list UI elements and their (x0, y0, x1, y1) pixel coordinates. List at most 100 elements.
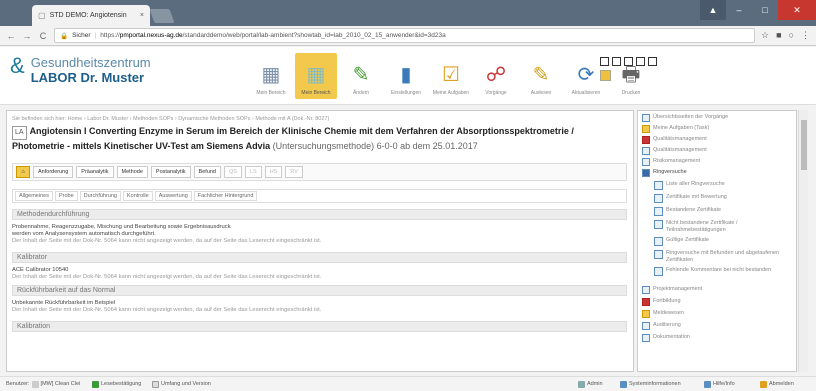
section-content: Probennahme, Reagenzzugabe, Mischung und… (12, 224, 322, 244)
layout-icon[interactable] (600, 70, 611, 81)
footer-sysinfo[interactable]: Systeminformationen (620, 380, 681, 388)
folder-icon (654, 207, 663, 216)
close-button[interactable]: ✕ (778, 0, 816, 20)
status-tab[interactable]: Befund (193, 166, 221, 178)
minimize-button[interactable]: – (726, 0, 752, 20)
sidebar-item[interactable]: Qualitätsmanagement (642, 136, 707, 144)
view-toggle-1[interactable] (600, 57, 609, 66)
flag-icon (642, 136, 650, 144)
extension-icon[interactable]: ■ (776, 30, 781, 41)
system-icon (620, 380, 627, 388)
sidebar-subitem[interactable]: Gültige Zertifikate (654, 237, 709, 246)
menu-icon[interactable]: ⋮ (801, 30, 810, 41)
sub-tab[interactable]: Kontrolle (122, 191, 153, 201)
footer-read-confirm[interactable]: Lesebestätigung (92, 380, 141, 388)
view-toggle-5[interactable] (648, 57, 657, 66)
status-tab[interactable]: Postanalytik (150, 166, 191, 178)
folder-icon (642, 147, 650, 155)
sidebar-item[interactable]: Dokumentation (642, 334, 690, 342)
reload-icon[interactable]: C (38, 31, 48, 41)
footer-admin[interactable]: Admin (578, 380, 603, 388)
status-tab[interactable]: Anforderung (33, 166, 74, 178)
status-tab[interactable]: Präanalytik (76, 166, 114, 178)
back-icon[interactable]: ← (6, 31, 16, 41)
home-icon[interactable]: ⌂ (16, 166, 30, 178)
status-tab[interactable]: RV (285, 166, 303, 178)
app-header: & Gesundheitszentrum LABOR Dr. Muster ▦ M… (0, 47, 816, 105)
browser-tab[interactable]: ▢ STD DEMO: Angiotensin × (32, 5, 150, 26)
section-heading[interactable]: Kalibrator (12, 252, 627, 263)
scrollbar-thumb[interactable] (801, 120, 807, 170)
sub-tab[interactable]: Probe (54, 191, 78, 201)
expand-icon (642, 169, 650, 177)
sidebar-subitem[interactable]: Ringversuche mit Befunden und abgelaufen… (654, 250, 794, 263)
sidebar-item-ringversuche[interactable]: Ringversuche (642, 169, 687, 177)
account-icon[interactable]: ○ (789, 30, 794, 41)
sidebar: Übersichtsseiten der Vorgänge Meine Aufg… (637, 110, 797, 372)
task-icon: ☑ (442, 64, 460, 86)
folder-icon (654, 250, 663, 259)
report-icon (642, 310, 650, 318)
sub-tab[interactable]: Allgemeines (15, 191, 53, 201)
maximize-button[interactable]: □ (752, 0, 778, 20)
window-controls: ▲ – □ ✕ (700, 0, 816, 20)
user-icon[interactable]: ▲ (700, 0, 726, 20)
section-heading[interactable]: Kalibration (12, 321, 627, 332)
new-tab-button[interactable] (149, 9, 175, 23)
app-button-3[interactable]: ▮ Einstellungen (385, 53, 427, 99)
footer-help[interactable]: Hilfe/Info (704, 380, 735, 388)
breadcrumb: Sie befinden sich hier: Home › Labor Dr.… (12, 116, 330, 122)
help-icon (704, 380, 711, 388)
section-heading[interactable]: Rückführbarkeit auf das Normal (12, 285, 627, 296)
document-icon (642, 334, 650, 342)
app-button-5[interactable]: ☍ Vorgänge (475, 53, 517, 99)
sidebar-subitem[interactable]: Zertifikate mit Bewertung (654, 194, 727, 203)
sidebar-subitem[interactable]: Nicht bestandene Zertifikate / Teilnahme… (654, 220, 794, 233)
view-toggle-4[interactable] (636, 57, 645, 66)
browser-toolbar-icons: ☆ ■ ○ ⋮ (761, 30, 810, 41)
app-button-2[interactable]: ✎ Ändern (340, 53, 382, 99)
status-tab[interactable]: QS (224, 166, 242, 178)
sidebar-item[interactable]: Auditierung (642, 322, 681, 330)
sidebar-scrollbar[interactable] (798, 110, 808, 372)
footer-scope[interactable]: Umfang und Version (152, 380, 211, 388)
sidebar-item[interactable]: Qualitätsmanagement (642, 147, 707, 155)
section-heading[interactable]: Methodendurchführung (12, 209, 627, 220)
star-icon[interactable]: ☆ (761, 30, 769, 41)
view-toggle-3[interactable] (624, 57, 633, 66)
sidebar-item[interactable]: Fortbildung (642, 298, 681, 306)
admin-icon (578, 380, 585, 388)
view-toggle-2[interactable] (612, 57, 621, 66)
sub-tab[interactable]: Fachlicher Hintergrund (193, 191, 258, 201)
app-logo[interactable]: & Gesundheitszentrum LABOR Dr. Muster (10, 55, 151, 86)
building-icon: ▦ (261, 64, 281, 86)
app-button-6[interactable]: ✎ Auslesen (520, 53, 562, 99)
folder-icon (654, 181, 663, 190)
folder-icon (642, 158, 650, 166)
lock-icon: 🔒 (60, 32, 69, 40)
footer-logout[interactable]: Abmelden (760, 380, 794, 388)
sidebar-item[interactable]: Meine Aufgaben (Task) (642, 125, 709, 133)
address-bar[interactable]: 🔒 Sicher | https://pmportal.nexus-ag.de /… (54, 28, 756, 43)
status-tab[interactable]: Methode (116, 166, 148, 178)
sidebar-item[interactable]: Meldewesen (642, 310, 684, 318)
sidebar-subitem[interactable]: Fehlende Kommentare bei nicht bestanden (654, 267, 794, 276)
grid-icon: ▦ (306, 64, 326, 86)
sidebar-subitem[interactable]: Liste aller Ringversuche (654, 181, 725, 190)
app-button-1[interactable]: ▦ Mein Bereich (295, 53, 337, 99)
sidebar-item[interactable]: Risikomanagement (642, 158, 700, 166)
status-tab[interactable]: LS (244, 166, 262, 178)
folder-icon (654, 267, 663, 276)
app-button-0[interactable]: ▦ Mein Bereich (250, 53, 292, 99)
url-path: /standarddemo/web/portal/lab-ambient?sho… (182, 32, 446, 39)
status-tab[interactable]: HS (264, 166, 283, 178)
info-icon (152, 380, 159, 388)
app-button-4[interactable]: ☑ Meine Aufgaben (430, 53, 472, 99)
sub-tab[interactable]: Durchführung (79, 191, 121, 201)
sidebar-item[interactable]: Projektmanagement (642, 286, 702, 294)
forward-icon[interactable]: → (22, 31, 32, 41)
tab-close-icon[interactable]: × (140, 12, 144, 19)
sub-tab[interactable]: Auswertung (154, 191, 192, 201)
sidebar-subitem[interactable]: Bestandene Zertifikate (654, 207, 721, 216)
sidebar-item[interactable]: Übersichtsseiten der Vorgänge (642, 114, 728, 122)
